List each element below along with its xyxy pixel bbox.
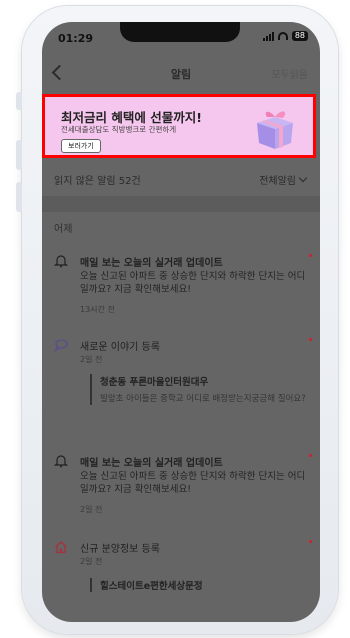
notification-body: 오늘 신고된 아파트 중 상승한 단지와 하락한 단지는 어디일까요? 지금 확… [80, 271, 306, 295]
section-label: 어제 [54, 224, 73, 235]
notification-title: 매일 보는 오늘의 실거래 업데이트 [80, 458, 223, 469]
battery-icon: 88 [291, 31, 308, 41]
house-icon [55, 541, 67, 554]
phone-side-button [16, 92, 22, 110]
quoted-post-title: 힐스테이트e편한세상문정 [100, 581, 203, 592]
unread-dot [309, 254, 312, 257]
quoted-post[interactable]: 청춘동 푸른마을인터원대우 빌앞초 아이들은 중학교 어디로 배정받는지궁금해 … [90, 374, 310, 405]
notch [120, 22, 240, 42]
section-divider [42, 196, 320, 212]
notification-time: 13시간 전 [80, 305, 115, 314]
header: 알림 모두읽음 [42, 64, 320, 88]
bell-icon [54, 255, 68, 268]
notification-time: 2일 전 [80, 557, 103, 566]
phone-volume-up-button [16, 140, 22, 170]
quoted-post[interactable]: 힐스테이트e편한세상문정 [90, 578, 310, 592]
promo-banner[interactable]: 최저금리 혜택에 선물까지! 전세대출상담도 직방뱅크로 간편하게 보러가기 [42, 94, 316, 158]
unread-dot [309, 540, 312, 543]
status-icons: 88 [262, 31, 308, 41]
notification-item[interactable]: 매일 보는 오늘의 실거래 업데이트 오늘 신고된 아파트 중 상승한 단지와 … [54, 454, 312, 514]
notification-item[interactable]: 새로운 이야기 등록 2일 전 청춘동 푸른마을인터원대우 빌앞초 아이들은 중… [54, 338, 312, 438]
notification-title: 신규 분양정보 등록 [80, 544, 160, 555]
notification-time: 2일 전 [80, 505, 103, 514]
chevron-down-icon [298, 173, 308, 183]
quoted-post-body: 빌앞초 아이들은 중학교 어디로 배정받는지궁금해 질어요? [100, 394, 306, 404]
banner-subtitle: 전세대출상담도 직방뱅크로 간편하게 [61, 125, 177, 134]
notification-title: 새로운 이야기 등록 [80, 342, 160, 353]
unread-count: 읽지 않은 알림 52건 [54, 176, 141, 187]
banner-view-button[interactable]: 보러가기 [61, 139, 101, 153]
filter-label: 전체알림 [259, 176, 296, 187]
unread-dot [309, 454, 312, 457]
bell-icon [54, 455, 68, 468]
filter-dropdown[interactable]: 전체알림 [259, 172, 308, 187]
phone-screen: 01:29 88 알림 모두읽음 최저금리 혜택에 선물까지! 전세대출상담도 … [42, 22, 320, 622]
speech-bubble-icon [54, 339, 68, 352]
read-all-button[interactable]: 모두읽음 [271, 66, 308, 81]
phone-volume-down-button [16, 182, 22, 212]
notification-item[interactable]: 매일 보는 오늘의 실거래 업데이트 오늘 신고된 아파트 중 상승한 단지와 … [54, 254, 312, 314]
status-time: 01:29 [58, 32, 94, 45]
notification-body: 오늘 신고된 아파트 중 상승한 단지와 하락한 단지는 어디일까요? 지금 확… [80, 471, 306, 495]
unread-bar: 읽지 않은 알림 52건 전체알림 [42, 170, 320, 190]
notification-title: 매일 보는 오늘의 실거래 업데이트 [80, 258, 223, 269]
gift-box-icon [257, 111, 293, 149]
notification-item[interactable]: 신규 분양정보 등록 2일 전 힐스테이트e편한세상문정 [54, 540, 312, 600]
quoted-post-title: 청춘동 푸른마을인터원대우 [100, 377, 209, 388]
signal-icon [262, 31, 274, 41]
notification-time: 2일 전 [80, 355, 103, 364]
unread-dot [309, 338, 312, 341]
wifi-icon [277, 32, 288, 40]
